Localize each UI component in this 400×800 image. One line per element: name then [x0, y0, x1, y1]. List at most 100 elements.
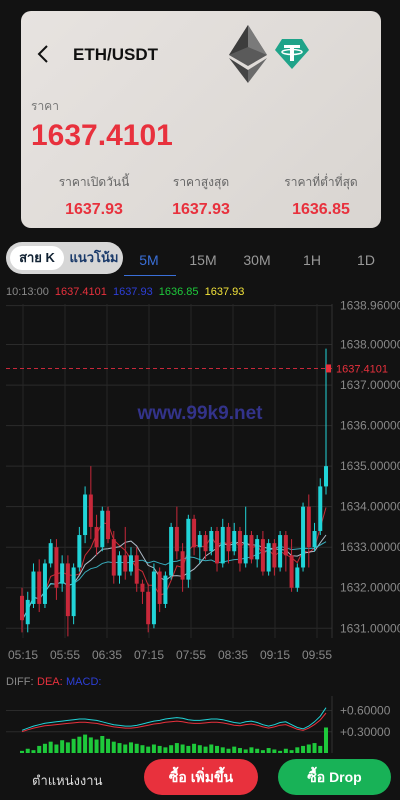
ohlc-low: 1636.85 [158, 286, 199, 298]
bottom-bar: ตำแหน่งงาน ซื้อ เพิ่มขึ้น ซื้อ Drop [0, 753, 400, 800]
stat-high: ราคาสูงสุด 1637.93 [146, 173, 256, 219]
macd-bar [94, 739, 99, 753]
stat-high-label: ราคาสูงสุด [172, 175, 230, 189]
tab-trend[interactable]: แนวโน้ม [66, 246, 122, 270]
candle-body [249, 535, 254, 560]
x-tick-label: 05:15 [8, 648, 38, 662]
ohlc-time: 10:13:00 [6, 286, 49, 298]
candle-body [25, 599, 30, 625]
candle-body [19, 595, 25, 621]
macd-bar [209, 744, 214, 753]
current-price-line: 1637.4101 [6, 363, 388, 375]
candle-body [151, 571, 156, 625]
position-label[interactable]: ตำแหน่งงาน [32, 770, 102, 791]
candle-body [180, 551, 185, 580]
candle-body [186, 518, 191, 580]
macd-bar [169, 745, 174, 753]
candle-body [117, 555, 122, 576]
candle-body [289, 555, 294, 588]
macd-bar [83, 734, 88, 753]
tab-15m[interactable]: 15M [178, 252, 228, 268]
candle-body [220, 526, 225, 564]
macd-bar [323, 727, 329, 753]
chart-tabs: สาย K แนวโน้ม 5M 15M 30M 1H 1D [6, 242, 400, 276]
candle-body [42, 563, 47, 604]
macd-bar [88, 737, 93, 753]
candle-body [163, 575, 168, 604]
candle-body [37, 571, 42, 604]
macd-bar [117, 743, 122, 753]
macd-bar [312, 743, 317, 753]
macd-bar [306, 744, 311, 753]
macd-bar [301, 745, 306, 753]
candle-body [123, 555, 128, 572]
y-tick-label: 1633.00000 [340, 540, 400, 554]
x-tick-label: 09:55 [302, 648, 332, 662]
candle-body [128, 555, 133, 572]
macd-bar [100, 736, 105, 753]
candle-body [318, 486, 323, 531]
macd-bar [215, 745, 220, 753]
candle-body [54, 547, 59, 588]
candle-body [237, 530, 242, 564]
candle-body [169, 526, 174, 576]
macd-bar [180, 744, 185, 753]
candle-body [100, 510, 105, 548]
macd-bar [197, 745, 202, 753]
candle-body [209, 530, 214, 552]
buy-drop-button[interactable]: ซื้อ Drop [278, 759, 391, 795]
macd-bar [151, 744, 156, 753]
macd-bar [140, 745, 145, 753]
candle-body [272, 543, 277, 568]
tab-5m[interactable]: 5M [124, 252, 174, 268]
candle-body [255, 539, 260, 560]
candle-body [83, 494, 88, 536]
stat-low: ราคาที่ต่ำที่สุด 1636.85 [266, 173, 376, 219]
candle-body [88, 494, 93, 527]
candle-body [77, 535, 82, 568]
back-icon[interactable] [35, 43, 51, 65]
candles [19, 348, 329, 637]
tab-30m[interactable]: 30M [232, 252, 282, 268]
macd-bar [37, 745, 42, 753]
y-tick-label: 1632.00000 [340, 581, 400, 595]
candle-body [106, 510, 111, 540]
current-price: 1637.4101 [31, 119, 173, 152]
x-axis: 05:15 05:55 06:35 07:15 07:55 08:35 09:15 09:55 [8, 648, 332, 662]
candle-body [134, 555, 139, 584]
x-tick-label: 06:35 [92, 648, 122, 662]
tab-1d[interactable]: 1D [341, 252, 391, 268]
stat-low-label: ราคาที่ต่ำที่สุด [284, 175, 358, 189]
candle-body [157, 571, 162, 604]
x-tick-label: 08:35 [218, 648, 248, 662]
stat-open: ราคาเปิดวันนี้ 1637.93 [39, 173, 149, 219]
ethereum-logo-icon [229, 25, 267, 83]
macd-bar [65, 742, 70, 753]
macd-y-tick-label: +0.30000 [340, 725, 391, 739]
candle-body [260, 539, 265, 572]
candle-body [278, 535, 283, 568]
macd-bar [123, 744, 128, 753]
ohlc-readout: 10:13:00 1637.4101 1637.93 1636.85 1637.… [6, 286, 247, 298]
macd-bar [186, 745, 191, 753]
macd-bar [111, 741, 116, 753]
y-tick-label: 1636.00000 [340, 419, 400, 433]
macd-panel: +0.60000 +0.30000 [6, 696, 391, 753]
kline-chart[interactable]: www.99k9.net 1638.96000 1638.00000 1637.00… [0, 298, 400, 753]
candle-body [197, 535, 202, 548]
tab-kline[interactable]: สาย K [10, 246, 64, 270]
candle-body [243, 535, 248, 564]
candle-body [94, 526, 99, 548]
y-tick-label: 1634.00000 [340, 500, 400, 514]
diff-legend: DIFF: DEA: MACD: [6, 676, 101, 688]
buy-up-button[interactable]: ซื้อ เพิ่มขึ้น [144, 759, 258, 795]
tab-1h[interactable]: 1H [287, 252, 337, 268]
macd-bar [128, 742, 133, 753]
macd-bar [54, 744, 59, 753]
stat-low-value: 1636.85 [292, 201, 350, 218]
x-tick-label: 07:15 [134, 648, 164, 662]
candle-body [65, 563, 70, 617]
candle-body [266, 543, 271, 572]
x-tick-label: 07:55 [176, 648, 206, 662]
ohlc-high: 1637.93 [112, 286, 153, 298]
